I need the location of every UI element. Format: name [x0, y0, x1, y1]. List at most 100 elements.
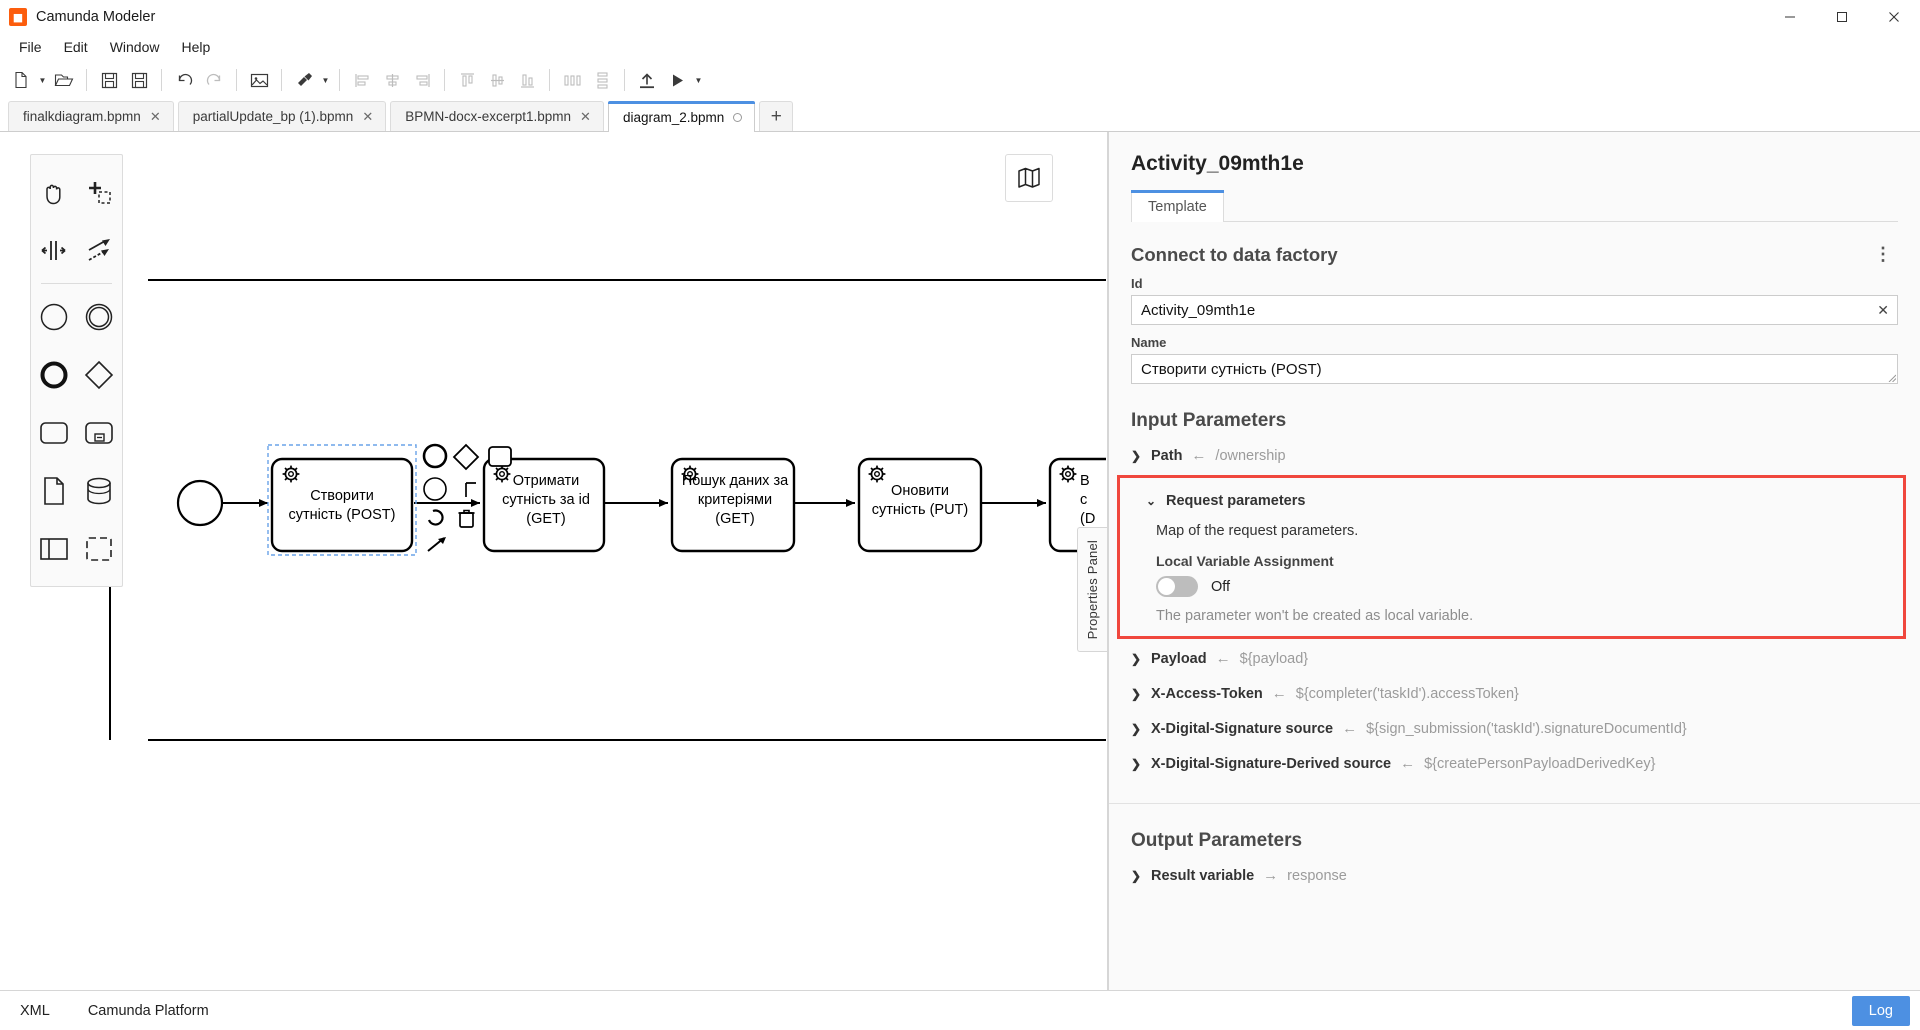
param-row-request-parameters[interactable]: ⌄ Request parameters	[1120, 484, 1903, 518]
align-middle-icon[interactable]	[482, 65, 512, 95]
menu-file[interactable]: File	[8, 36, 53, 58]
id-input[interactable]	[1131, 295, 1898, 325]
minimize-button[interactable]	[1764, 0, 1816, 34]
chevron-down-icon[interactable]: ▼	[319, 65, 332, 95]
window-controls	[1764, 0, 1920, 34]
param-row-x-digital-signature-source[interactable]: ❯ X-Digital-Signature source ← ${sign_su…	[1109, 711, 1920, 746]
template-group-label: Connect to data factory	[1131, 244, 1338, 265]
close-button[interactable]	[1868, 0, 1920, 34]
brush-icon[interactable]	[289, 65, 319, 95]
chevron-right-icon[interactable]: ❯	[1131, 687, 1142, 701]
new-file-icon[interactable]	[6, 65, 36, 95]
subprocess-icon[interactable]	[77, 404, 123, 462]
param-row-x-digital-signature-derived-source[interactable]: ❯ X-Digital-Signature-Derived source ← $…	[1109, 746, 1920, 781]
maximize-button[interactable]	[1816, 0, 1868, 34]
map-icon	[1017, 166, 1041, 190]
database-icon[interactable]	[77, 462, 123, 520]
chevron-right-icon[interactable]: ❯	[1131, 722, 1142, 736]
chevron-right-icon[interactable]: ❯	[1131, 757, 1142, 771]
close-icon[interactable]: ✕	[362, 110, 373, 123]
chevron-right-icon[interactable]: ❯	[1131, 449, 1142, 463]
menu-edit[interactable]: Edit	[53, 36, 99, 58]
clear-icon[interactable]: ✕	[1877, 303, 1889, 317]
svg-text:с: с	[1080, 492, 1087, 508]
chevron-right-icon[interactable]: ❯	[1131, 652, 1142, 666]
svg-text:(D: (D	[1080, 511, 1095, 527]
chevron-down-icon[interactable]: ▼	[692, 65, 705, 95]
output-parameters-title: Output Parameters	[1131, 830, 1303, 851]
param-value: /ownership	[1215, 447, 1286, 464]
status-engine-label[interactable]: Camunda Platform	[82, 999, 215, 1023]
tab-template[interactable]: Template	[1131, 190, 1224, 222]
hand-icon[interactable]	[31, 163, 77, 221]
save-icon[interactable]	[94, 65, 124, 95]
bpmn-diagram[interactable]: Створити сутність (POST) Отримати сутніс…	[0, 132, 1106, 932]
log-button[interactable]: Log	[1851, 995, 1910, 1026]
align-center-icon[interactable]	[377, 65, 407, 95]
param-row-x-access-token[interactable]: ❯ X-Access-Token ← ${completer('taskId')…	[1109, 676, 1920, 711]
open-folder-icon[interactable]	[49, 65, 79, 95]
play-icon[interactable]	[662, 65, 692, 95]
kebab-menu-icon[interactable]: ⋮	[1868, 245, 1898, 263]
svg-text:Оновити: Оновити	[891, 483, 949, 499]
toolbar-separator	[281, 69, 282, 91]
bpmn-palette[interactable]	[30, 154, 123, 587]
connect-arrows-icon[interactable]	[77, 221, 123, 279]
lasso-select-icon[interactable]	[77, 163, 123, 221]
align-left-icon[interactable]	[347, 65, 377, 95]
local-variable-assignment-toggle-row[interactable]: Off	[1120, 569, 1903, 597]
chevron-down-icon[interactable]: ▼	[36, 65, 49, 95]
deploy-upload-icon[interactable]	[632, 65, 662, 95]
align-top-icon[interactable]	[452, 65, 482, 95]
properties-panel-toggle[interactable]: Properties Panel	[1077, 527, 1107, 652]
local-variable-assignment-toggle[interactable]	[1156, 576, 1198, 597]
align-right-icon[interactable]	[407, 65, 437, 95]
save-as-icon[interactable]	[124, 65, 154, 95]
new-tab-button[interactable]: +	[759, 101, 794, 131]
svg-text:Створити: Створити	[310, 488, 374, 504]
tab-diagram-2[interactable]: diagram_2.bpmn	[607, 101, 756, 132]
tab-partialupdate[interactable]: partialUpdate_bp (1).bpmn ✕	[177, 101, 387, 131]
chevron-right-icon[interactable]: ❯	[1131, 869, 1142, 883]
distribute-vertical-icon[interactable]	[587, 65, 617, 95]
minimap-toggle-button[interactable]	[1005, 154, 1053, 202]
append-annotation-icon	[465, 480, 485, 500]
chevron-down-icon[interactable]: ⌄	[1146, 494, 1157, 508]
bpmn-canvas[interactable]: Створити сутність (POST) Отримати сутніс…	[0, 132, 1108, 990]
document-icon[interactable]	[31, 462, 77, 520]
param-name: X-Digital-Signature source	[1151, 720, 1334, 737]
menu-help[interactable]: Help	[170, 36, 221, 58]
id-field-group: Id ✕	[1109, 266, 1920, 325]
param-name: Payload	[1151, 650, 1207, 667]
space-tool-icon[interactable]	[31, 221, 77, 279]
undo-icon[interactable]	[169, 65, 199, 95]
circle-thick-icon[interactable]	[31, 346, 77, 404]
close-icon[interactable]: ✕	[580, 110, 591, 123]
distribute-horizontal-icon[interactable]	[557, 65, 587, 95]
resize-handle-icon[interactable]	[1887, 373, 1897, 383]
image-icon[interactable]	[244, 65, 274, 95]
align-bottom-icon[interactable]	[512, 65, 542, 95]
param-row-result-variable[interactable]: ❯ Result variable → response	[1109, 858, 1920, 893]
group-dashed-icon[interactable]	[77, 520, 123, 578]
svg-text:(GET): (GET)	[715, 511, 754, 527]
name-input[interactable]	[1131, 354, 1898, 384]
tab-finalkdiagram[interactable]: finalkdiagram.bpmn ✕	[8, 101, 174, 131]
diamond-icon[interactable]	[77, 346, 123, 404]
rounded-rect-icon[interactable]	[31, 404, 77, 462]
param-row-path[interactable]: ❯ Path ← /ownership	[1109, 438, 1920, 473]
double-circle-icon[interactable]	[77, 288, 123, 346]
param-row-payload[interactable]: ❯ Payload ← ${payload}	[1109, 641, 1920, 676]
menu-window[interactable]: Window	[99, 36, 171, 58]
toolbar-separator	[339, 69, 340, 91]
param-value: ${completer('taskId').accessToken}	[1295, 685, 1519, 702]
properties-panel: Activity_09mth1e Template Connect to dat…	[1108, 132, 1920, 990]
close-icon[interactable]: ✕	[150, 110, 161, 123]
status-xml-button[interactable]: XML	[14, 999, 56, 1023]
pool-icon[interactable]	[31, 520, 77, 578]
tab-bpmn-docx-excerpt1[interactable]: BPMN-docx-excerpt1.bpmn ✕	[390, 101, 604, 131]
properties-panel-toggle-label: Properties Panel	[1085, 539, 1100, 640]
param-name: X-Digital-Signature-Derived source	[1151, 755, 1392, 772]
circle-thin-icon[interactable]	[31, 288, 77, 346]
redo-icon[interactable]	[199, 65, 229, 95]
